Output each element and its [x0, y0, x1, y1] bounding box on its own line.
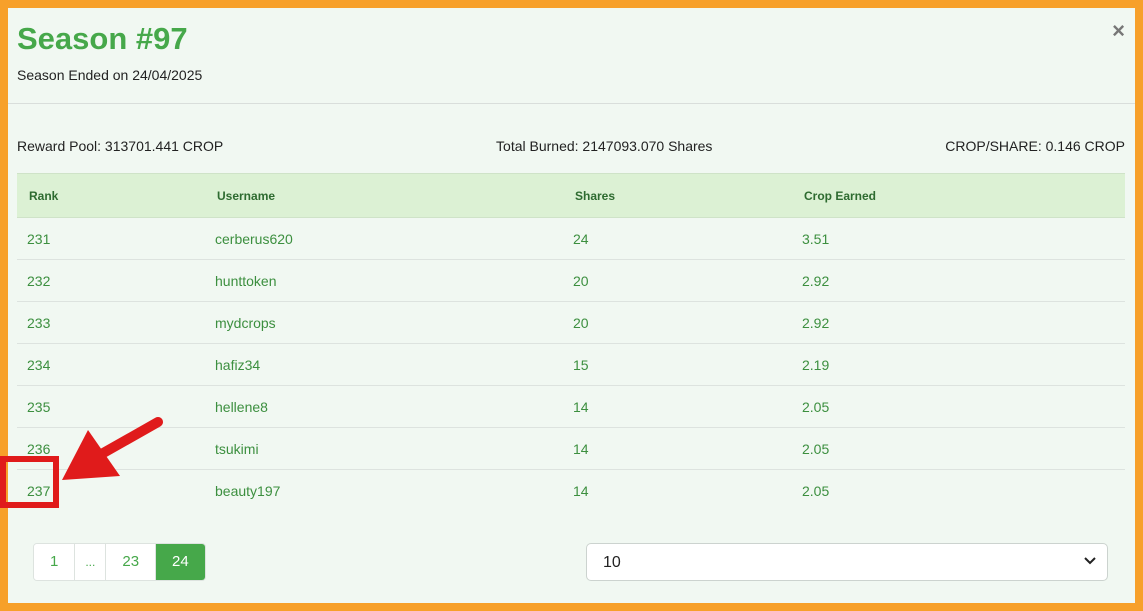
crop-earned-cell: 3.51 [792, 217, 1125, 260]
crop-earned-cell: 2.05 [792, 385, 1125, 428]
username-cell[interactable]: hunttoken [205, 259, 563, 302]
page-button-prev[interactable]: 23 [106, 544, 157, 580]
table-row: 232 hunttoken 20 2.92 [17, 259, 1125, 302]
table-row: 234 hafiz34 15 2.19 [17, 343, 1125, 386]
column-header-rank[interactable]: Rank [17, 173, 205, 218]
crop-earned-cell: 2.05 [802, 482, 830, 499]
season-end-date: Season Ended on 24/04/2025 [17, 67, 203, 83]
table-row: 237 beauty197 14 2.05 [17, 470, 1125, 512]
username-cell[interactable]: hellene8 [205, 385, 563, 428]
page-button-current[interactable]: 24 [156, 544, 205, 580]
shares-cell: 24 [563, 217, 792, 260]
shares-cell: 14 [573, 482, 589, 499]
username-cell[interactable]: tsukimi [205, 427, 563, 470]
page-title: Season #97 [17, 21, 188, 56]
season-stats: Reward Pool: 313701.441 CROP Total Burne… [17, 138, 1125, 154]
shares-cell: 15 [563, 343, 792, 386]
rank-cell: 233 [17, 301, 205, 344]
crop-earned-cell: 2.92 [792, 259, 1125, 302]
page-size-value: 10 [603, 554, 621, 571]
username-cell[interactable]: beauty197 [205, 470, 563, 512]
page-button-first[interactable]: 1 [34, 544, 76, 580]
pagination: 1 ... 23 24 [33, 543, 206, 581]
shares-cell: 20 [563, 301, 792, 344]
rank-cell: 231 [17, 217, 205, 260]
column-header-username[interactable]: Username [205, 173, 563, 218]
username-cell[interactable]: cerberus620 [205, 217, 563, 260]
crop-earned-cell: 2.19 [792, 343, 1125, 386]
column-header-shares[interactable]: Shares [563, 173, 792, 218]
reward-pool: Reward Pool: 313701.441 CROP [17, 138, 224, 154]
rank-cell: 232 [17, 259, 205, 302]
page-size-select[interactable]: 10 [586, 543, 1108, 581]
table-row: 236 tsukimi 14 2.05 [17, 427, 1125, 470]
shares-cell: 14 [563, 427, 792, 470]
close-icon[interactable]: × [1112, 20, 1125, 42]
crop-earned-cell: 2.05 [792, 427, 1125, 470]
shares-cell: 14 [563, 385, 792, 428]
chevron-down-icon [1084, 557, 1096, 565]
crop-per-share: CROP/SHARE: 0.146 CROP [945, 138, 1125, 154]
modal-header: Season #97 Season Ended on 24/04/2025 × [8, 8, 1135, 104]
username-cell[interactable]: hafiz34 [205, 343, 563, 386]
column-header-crop-earned[interactable]: Crop Earned [792, 173, 1125, 218]
shares-cell: 20 [563, 259, 792, 302]
table-row: 233 mydcrops 20 2.92 [17, 301, 1125, 344]
rank-cell: 234 [17, 343, 205, 386]
username-cell[interactable]: mydcrops [205, 301, 563, 344]
page-ellipsis[interactable]: ... [75, 544, 107, 580]
table-header-row: Rank Username Shares Crop Earned [17, 173, 1125, 218]
red-arrow-icon [62, 417, 163, 480]
total-burned: Total Burned: 2147093.070 Shares [496, 138, 713, 154]
crop-earned-cell: 2.92 [792, 301, 1125, 344]
table-row: 235 hellene8 14 2.05 [17, 385, 1125, 428]
season-modal: Season #97 Season Ended on 24/04/2025 × … [8, 8, 1135, 603]
leaderboard-table: Rank Username Shares Crop Earned 231 cer… [17, 173, 1125, 511]
table-row: 231 cerberus620 24 3.51 [17, 217, 1125, 260]
